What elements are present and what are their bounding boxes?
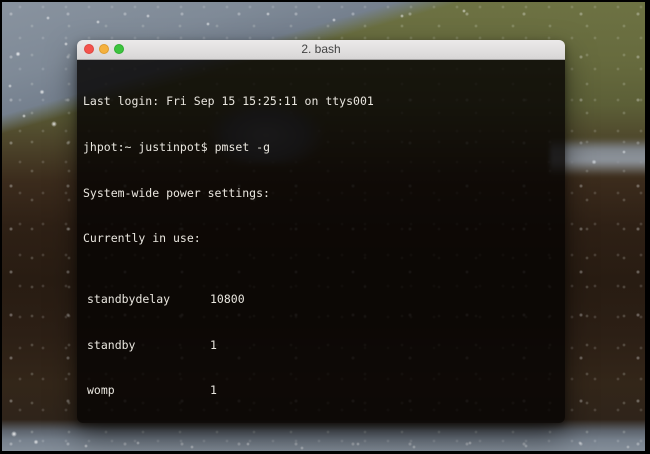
terminal-content[interactable]: Last login: Fri Sep 15 15:25:11 on ttys0… <box>77 60 565 423</box>
setting-value: 1 <box>210 383 217 398</box>
in-use-heading: Currently in use: <box>83 231 201 246</box>
screenshot-frame: 2. bash Last login: Fri Sep 15 15:25:11 … <box>0 0 650 454</box>
shell-prompt: jhpot:~ justinpot$ <box>83 140 208 154</box>
setting-row: standbydelay 10800 <box>83 292 559 307</box>
minimize-button[interactable] <box>99 44 109 54</box>
background-photo: 2. bash Last login: Fri Sep 15 15:25:11 … <box>2 2 645 451</box>
setting-value: 10800 <box>210 291 245 306</box>
window-title: 2. bash <box>301 42 341 56</box>
window-titlebar[interactable]: 2. bash <box>77 40 565 60</box>
terminal-window: 2. bash Last login: Fri Sep 15 15:25:11 … <box>77 40 565 423</box>
setting-row: standby 1 <box>83 338 559 353</box>
close-button[interactable] <box>84 44 94 54</box>
setting-name: standbydelay <box>87 291 171 306</box>
settings-heading: System-wide power settings: <box>83 185 270 200</box>
zoom-button[interactable] <box>114 44 124 54</box>
setting-name: womp <box>87 383 115 398</box>
setting-name: standby <box>87 337 136 352</box>
last-login-line: Last login: Fri Sep 15 15:25:11 on ttys0… <box>83 94 374 109</box>
setting-row: womp 1 <box>83 383 559 398</box>
command-line: jhpot:~ justinpot$ pmset -g <box>83 140 559 155</box>
typed-command: pmset -g <box>214 140 271 154</box>
window-controls <box>84 44 124 54</box>
setting-value: 1 <box>210 337 217 352</box>
